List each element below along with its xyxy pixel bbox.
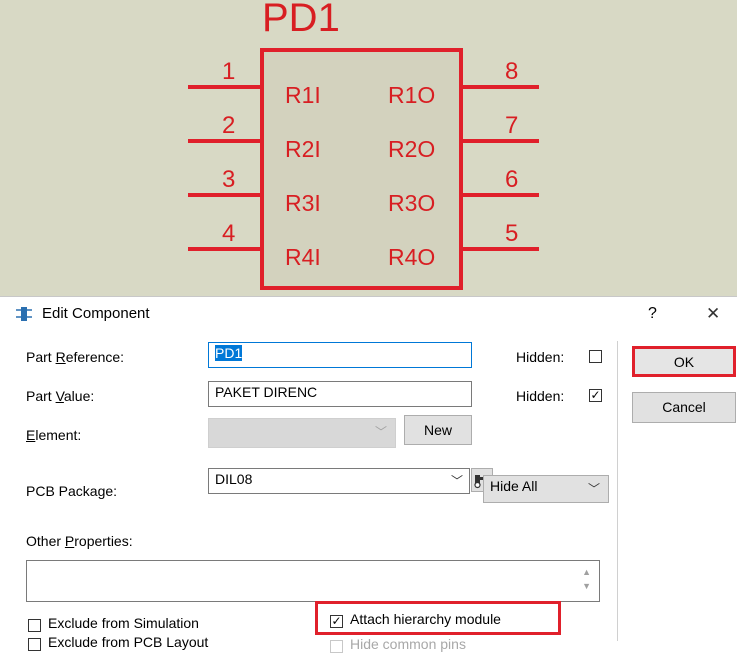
hide-common-pins-label: Hide common pins [350, 636, 466, 652]
pin-number: 3 [222, 166, 236, 193]
pin-name: R1O [388, 82, 436, 108]
exclude-pcb-label: Exclude from PCB Layout [48, 634, 209, 650]
pin-name: R2O [388, 136, 436, 162]
dialog-title: Edit Component [42, 305, 150, 322]
part-value-label: Part Value: [26, 388, 95, 404]
part-value-input[interactable]: PAKET DIRENC [208, 381, 472, 407]
part-value-hidden-checkbox[interactable]: ✓ [589, 389, 602, 402]
pin-name: R3I [285, 190, 321, 216]
other-properties-textarea[interactable]: ▲ ▼ [26, 560, 600, 602]
part-value-text: PAKET DIRENC [215, 384, 318, 400]
exclude-pcb-checkbox[interactable] [28, 638, 41, 651]
help-button[interactable]: ? [648, 305, 657, 323]
part-reference-value: PD1 [215, 345, 243, 361]
component-reference-label: PD1 [262, 0, 340, 40]
pcb-package-select[interactable]: DIL08 ﹀ [208, 468, 470, 494]
chevron-down-icon: ﹀ [450, 474, 463, 488]
pcb-package-value: DIL08 [215, 471, 253, 487]
ok-button[interactable]: OK [632, 346, 736, 377]
other-properties-label: Other Properties: [26, 533, 133, 549]
spin-up-icon[interactable]: ▲ [582, 567, 591, 577]
pin-line-5[interactable] [463, 247, 539, 251]
hide-all-value: Hide All [490, 478, 538, 494]
pcb-package-label: PCB Package: [26, 483, 118, 499]
edit-component-dialog: Edit Component ? ✕ Part Reference: PD1 H… [0, 296, 737, 661]
part-reference-input[interactable]: PD1 [208, 342, 472, 368]
pin-line-8[interactable] [463, 85, 539, 89]
pin-number: 4 [222, 220, 236, 247]
close-icon[interactable]: ✕ [706, 304, 720, 324]
attach-hierarchy-highlight [315, 601, 561, 635]
schematic-canvas: PD1 1 2 3 4 8 7 6 5 R1I R2I R3I R4I R1O … [0, 0, 737, 296]
pin-number: 8 [505, 58, 519, 85]
pin-line-7[interactable] [463, 139, 539, 143]
element-select[interactable]: ﹀ [208, 418, 396, 448]
cancel-button[interactable]: Cancel [632, 392, 736, 423]
pin-name: R4I [285, 244, 321, 270]
pin-name: R1I [285, 82, 321, 108]
exclude-simulation-label: Exclude from Simulation [48, 615, 199, 631]
component-icon [15, 305, 33, 323]
pin-name: R2I [285, 136, 321, 162]
pin-line-6[interactable] [463, 193, 539, 197]
pin-number: 1 [222, 58, 236, 85]
part-value-hidden-label: Hidden: [516, 388, 565, 404]
part-reference-hidden-label: Hidden: [516, 349, 565, 365]
new-button[interactable]: New [404, 415, 472, 445]
hide-all-select[interactable]: Hide All ﹀ [483, 475, 609, 503]
pin-name: R4O [388, 244, 436, 270]
part-reference-hidden-checkbox[interactable] [589, 350, 602, 363]
exclude-simulation-checkbox[interactable] [28, 619, 41, 632]
dialog-divider [617, 341, 618, 641]
part-reference-label: Part Reference: [26, 349, 125, 365]
pin-number: 5 [505, 220, 519, 247]
pin-number: 7 [505, 112, 519, 139]
chevron-down-icon: ﹀ [587, 482, 600, 496]
spin-down-icon[interactable]: ▼ [582, 581, 591, 591]
chevron-down-icon: ﹀ [374, 425, 387, 439]
element-label: Element: [26, 427, 82, 443]
pin-name: R3O [388, 190, 436, 216]
pin-number: 6 [505, 166, 519, 193]
pin-number: 2 [222, 112, 236, 139]
hide-common-pins-checkbox[interactable] [330, 640, 343, 653]
